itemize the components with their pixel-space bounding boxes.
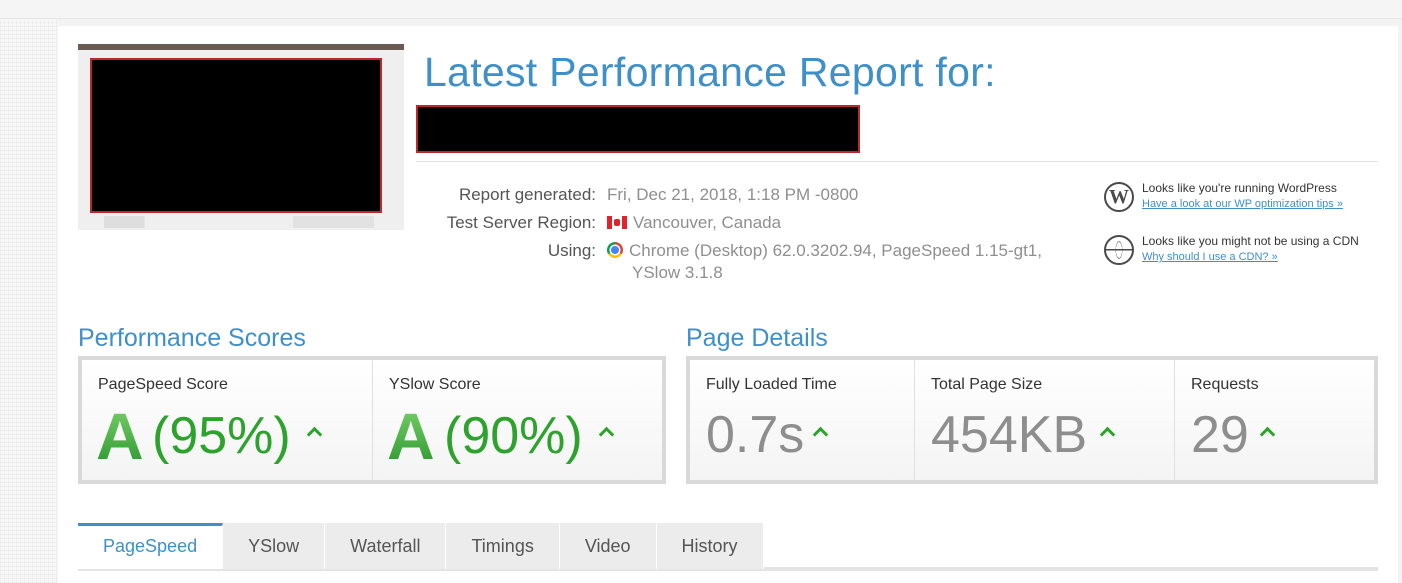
screenshot-footer-blur: [104, 216, 374, 228]
server-region-value: Vancouver, Canada: [607, 212, 781, 234]
redacted-url: [416, 105, 860, 153]
page-size-trend-up-icon: [1101, 426, 1113, 438]
using-line-2: YSlow 3.1.8: [632, 263, 723, 282]
pagespeed-score-cell[interactable]: PageSpeed Score A (95%): [82, 360, 373, 480]
redacted-screenshot: [90, 58, 382, 213]
yslow-percent: (90%): [444, 407, 583, 465]
requests-cell: Requests 29: [1175, 360, 1374, 480]
fully-loaded-cell: Fully Loaded Time 0.7s: [690, 360, 915, 480]
report-generated-value: Fri, Dec 21, 2018, 1:18 PM -0800: [607, 185, 859, 204]
server-region-text: Vancouver, Canada: [633, 213, 782, 232]
yslow-trend-up-icon: [600, 426, 612, 438]
fully-loaded-label: Fully Loaded Time: [706, 376, 837, 393]
globe-icon: [1104, 235, 1134, 265]
pagespeed-trend-up-icon: [308, 426, 320, 438]
page-size-cell: Total Page Size 454KB: [915, 360, 1175, 480]
server-region-label: Test Server Region:: [446, 213, 596, 232]
cdn-info-link[interactable]: Why should I use a CDN? »: [1142, 249, 1278, 265]
page-size-label: Total Page Size: [931, 376, 1043, 393]
page-details-title: Page Details: [686, 324, 828, 352]
report-tabs: PageSpeed YSlow Waterfall Timings Video …: [78, 523, 764, 569]
report-title: Latest Performance Report for:: [424, 49, 996, 95]
performance-scores-title: Performance Scores: [78, 324, 306, 352]
tab-waterfall[interactable]: Waterfall: [325, 523, 447, 569]
wordpress-tips-link[interactable]: Have a look at our WP optimization tips …: [1142, 196, 1343, 212]
using-line-1: Chrome (Desktop) 62.0.3202.94, PageSpeed…: [629, 241, 1042, 260]
fully-loaded-trend-up-icon: [814, 426, 826, 438]
page-size-value: 454KB: [931, 406, 1088, 464]
using-label: Using:: [547, 241, 596, 260]
tab-video[interactable]: Video: [559, 523, 657, 569]
pagespeed-percent: (95%): [152, 407, 291, 465]
cdn-tip-text: Looks like you might not be using a CDN: [1142, 234, 1359, 248]
performance-scores-panel: PageSpeed Score A (95%) YSlow Score A (9…: [78, 356, 666, 484]
tab-timings[interactable]: Timings: [446, 523, 560, 569]
tab-pagespeed[interactable]: PageSpeed: [78, 523, 224, 569]
pagespeed-grade: A: [96, 399, 144, 473]
requests-value: 29: [1191, 406, 1249, 464]
chrome-icon: [607, 242, 623, 258]
left-gutter: [0, 19, 58, 583]
tab-history[interactable]: History: [656, 523, 764, 569]
title-divider: [416, 161, 1378, 162]
wordpress-tip-text: Looks like you're running WordPress: [1142, 181, 1337, 195]
report-generated-label: Report generated:: [458, 185, 596, 204]
requests-trend-up-icon: [1261, 426, 1273, 438]
requests-label: Requests: [1191, 376, 1259, 393]
yslow-score-cell[interactable]: YSlow Score A (90%): [373, 360, 662, 480]
fully-loaded-value: 0.7s: [706, 406, 805, 464]
using-value: Chrome (Desktop) 62.0.3202.94, PageSpeed…: [607, 240, 1077, 284]
canada-flag-icon: [607, 216, 627, 229]
pagespeed-score-label: PageSpeed Score: [98, 376, 228, 393]
page-details-panel: Fully Loaded Time 0.7s Total Page Size 4…: [686, 356, 1378, 484]
yslow-grade: A: [387, 399, 435, 473]
wordpress-icon: W: [1104, 182, 1134, 212]
top-strip: [0, 0, 1402, 19]
yslow-score-label: YSlow Score: [389, 376, 481, 393]
tab-yslow[interactable]: YSlow: [223, 523, 326, 569]
